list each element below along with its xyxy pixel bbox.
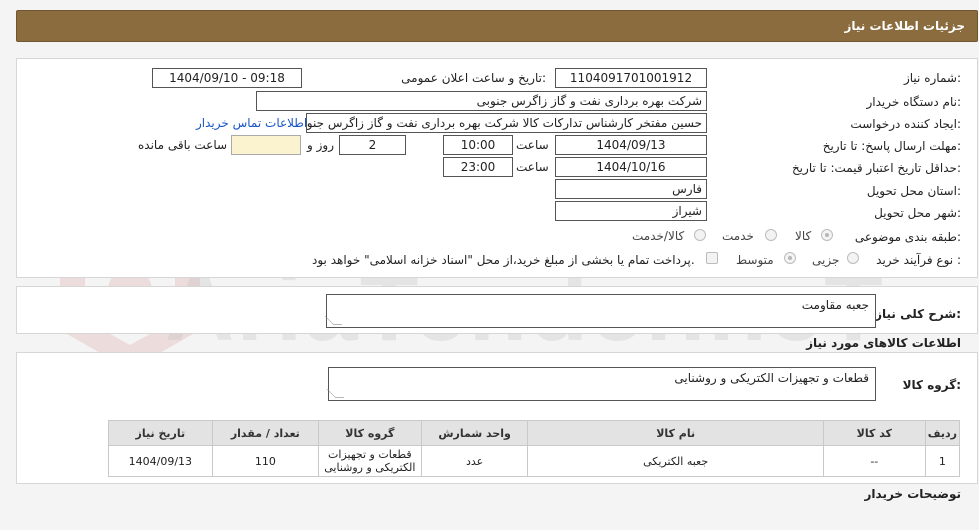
goods-table: ردیف کد کالا نام کالا واحد شمارش گروه کا… [108, 420, 961, 477]
announce-datetime-field: 1404/09/10 - 09:18 [152, 68, 302, 88]
days-label: روز و [307, 138, 334, 152]
cell-code: -- [822, 445, 926, 477]
description-value: جعبه مقاومت [801, 298, 869, 312]
process-radio-medium[interactable] [784, 252, 796, 264]
price-validity-date-field: 1404/10/16 [555, 157, 707, 177]
city-label: شهر محل تحویل: [874, 206, 961, 220]
table-header-row: ردیف کد کالا نام کالا واحد شمارش گروه کا… [108, 420, 961, 446]
col-qty-header: تعداد / مقدار [211, 420, 319, 446]
category-label: طبقه بندی موضوعی: [854, 230, 961, 244]
category-option-goods: کالا [795, 229, 812, 243]
reply-date-field: 1404/09/13 [555, 135, 707, 155]
reply-time-label: ساعت [516, 138, 549, 152]
contact-buyer-link[interactable]: اطلاعات تماس خریدار [196, 116, 307, 130]
city-field: شیراز [555, 201, 707, 221]
announce-datetime-label: تاریخ و ساعت اعلان عمومی: [401, 71, 546, 85]
col-code-header: کد کالا [822, 420, 926, 446]
process-type-label: نوع فرآیند خرید : [876, 253, 961, 267]
category-radio-service[interactable] [765, 229, 777, 241]
requester-field: حسین مفتخر کارشناس تدارکات کالا شرکت بهر… [306, 113, 707, 133]
table-row: 1 -- جعبه الکتریکی عدد قطعات و تجهیزات ا… [108, 445, 961, 477]
goods-group-field: قطعات و تجهیزات الکتریکی و روشنایی [326, 367, 876, 401]
category-option-service: خدمت [722, 229, 754, 243]
days-remaining-field: 2 [339, 135, 406, 155]
price-validity-time-label: ساعت [516, 160, 549, 174]
col-date-header: تاریخ نیاز [108, 420, 213, 446]
page-header: جزئیات اطلاعات نیاز [16, 10, 978, 42]
process-option-minor: جزیی [812, 253, 840, 267]
process-radio-minor[interactable] [847, 252, 859, 264]
cell-group: قطعات و تجهیزات الکتریکی و روشنایی [317, 445, 422, 477]
goods-group-label: گروه کالا: [902, 378, 961, 392]
price-validity-time-field: 23:00 [443, 157, 513, 177]
cell-unit: عدد [420, 445, 529, 477]
buyer-org-label: نام دستگاه خریدار: [866, 95, 962, 109]
hours-remaining-field [231, 135, 301, 155]
buyer-notes-label: توضیحات خریدار [864, 487, 962, 501]
description-label: شرح کلی نیاز: [875, 307, 961, 321]
need-number-label: شماره نیاز: [903, 71, 961, 85]
col-group-header: گروه کالا [317, 420, 422, 446]
hours-remaining-label: ساعت باقی مانده [138, 138, 228, 152]
goods-group-value: قطعات و تجهیزات الکتریکی و روشنایی [674, 371, 869, 385]
page-title: جزئیات اطلاعات نیاز [844, 19, 965, 33]
cell-qty: 110 [211, 445, 319, 477]
province-field: فارس [555, 179, 707, 199]
resize-grip-icon[interactable] [326, 389, 345, 398]
description-field: جعبه مقاومت [324, 294, 876, 328]
cell-name: جعبه الکتریکی [527, 445, 824, 477]
category-radio-goods-service[interactable] [694, 229, 706, 241]
category-radio-goods[interactable] [821, 229, 833, 241]
treasury-payment-checkbox[interactable] [706, 252, 718, 264]
reply-deadline-label: مهلت ارسال پاسخ: تا تاریخ: [822, 139, 961, 153]
need-number-field: 1104091701001912 [555, 68, 707, 88]
col-unit-header: واحد شمارش [420, 420, 529, 446]
cell-date: 1404/09/13 [108, 445, 213, 477]
province-label: استان محل تحویل: [866, 184, 961, 198]
buyer-org-field: شرکت بهره برداری نفت و گاز زاگرس جنوبی [256, 91, 707, 111]
col-name-header: نام کالا [527, 420, 824, 446]
col-row-header: ردیف [924, 420, 961, 446]
cell-row: 1 [924, 445, 961, 477]
goods-info-title: اطلاعات کالاهای مورد نیاز [806, 336, 961, 350]
treasury-payment-note: پرداخت تمام یا بخشی از مبلغ خرید،از محل … [312, 253, 695, 267]
price-validity-label: حداقل تاریخ اعتبار قیمت: تا تاریخ: [791, 161, 961, 175]
resize-grip-icon[interactable] [324, 316, 343, 325]
reply-time-field: 10:00 [443, 135, 513, 155]
process-option-medium: متوسط [736, 253, 774, 267]
requester-label: ایجاد کننده درخواست: [850, 117, 961, 131]
category-option-goods-service: کالا/خدمت [632, 229, 685, 243]
